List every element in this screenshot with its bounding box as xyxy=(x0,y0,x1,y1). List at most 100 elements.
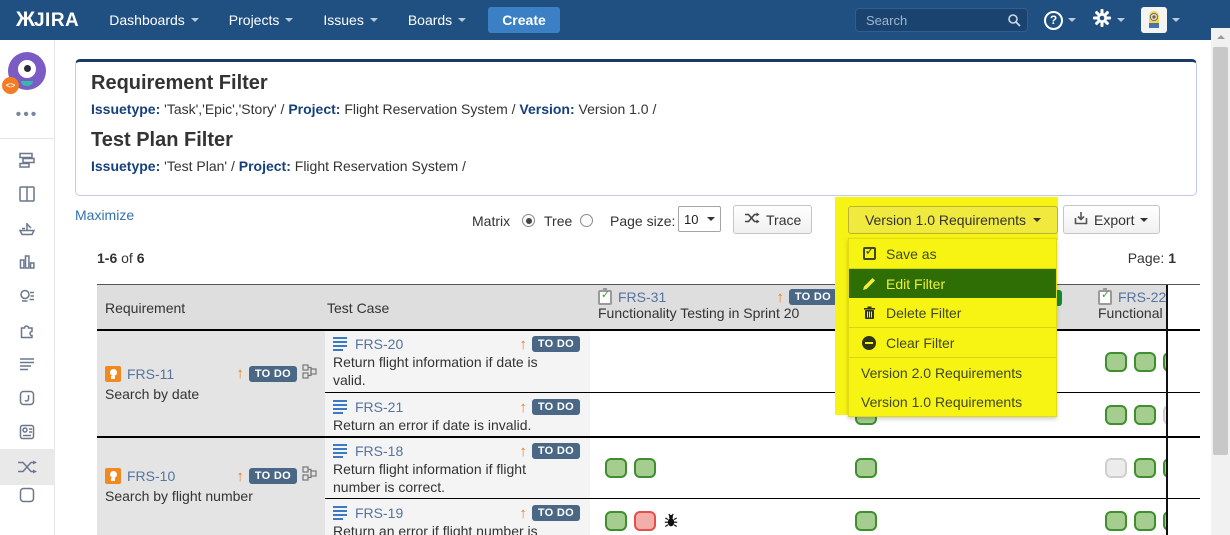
issue-key-link[interactable]: FRS-22 xyxy=(1118,289,1166,305)
matrix-cell-gray[interactable] xyxy=(1105,458,1127,478)
nav-item-dashboards[interactable]: Dashboards xyxy=(109,12,199,28)
nav-item-label: Issues xyxy=(323,12,363,28)
chevron-down-icon xyxy=(1033,218,1041,226)
column-header-requirement[interactable]: Requirement xyxy=(97,285,325,330)
tree-label: Tree xyxy=(544,213,572,229)
partial-bottom-icon[interactable] xyxy=(0,485,55,503)
page-size-select[interactable]: 10 xyxy=(678,206,721,232)
nav-item-label: Dashboards xyxy=(109,12,185,28)
summary-lines-icon[interactable] xyxy=(0,347,55,381)
test-plan-icon xyxy=(598,290,612,305)
issue-key-link[interactable]: FRS-31 xyxy=(618,289,666,305)
matrix-cell-green[interactable] xyxy=(1134,511,1156,531)
matrix-cells xyxy=(590,330,845,393)
nav-item-issues[interactable]: Issues xyxy=(323,12,377,28)
menu-item-edit-filter[interactable]: Edit Filter xyxy=(849,269,1056,298)
top-nav: Ж JIRA Dashboards Projects Issues Boards… xyxy=(0,0,1230,40)
matrix-cell-green[interactable] xyxy=(1134,352,1156,372)
requirement-type-icon xyxy=(105,366,121,382)
search-icon[interactable] xyxy=(1007,13,1021,32)
reports-chart-icon[interactable] xyxy=(0,245,55,279)
nav-item-boards[interactable]: Boards xyxy=(408,12,466,28)
test-case-type-icon xyxy=(333,443,349,459)
matrix-cell-green[interactable] xyxy=(1134,458,1156,478)
addons-puzzle-icon[interactable] xyxy=(0,313,55,347)
tree-radio[interactable] xyxy=(580,214,593,227)
saved-filter-label: Version 1.0 Requirements xyxy=(865,212,1026,228)
nav-item-projects[interactable]: Projects xyxy=(229,12,294,28)
help-dropdown[interactable]: ? xyxy=(1044,11,1076,30)
matrix-cell-red[interactable] xyxy=(634,511,656,531)
chevron-down-icon xyxy=(1172,18,1180,26)
issue-key-link[interactable]: FRS-11 xyxy=(127,366,174,382)
issue-key-link[interactable]: FRS-18 xyxy=(355,443,403,459)
matrix-cell-green[interactable] xyxy=(855,511,877,531)
issue-key-link[interactable]: FRS-19 xyxy=(355,505,403,521)
column-header-frs31[interactable]: FRS-31 ↑ TO DO Functionality Testing in … xyxy=(590,285,845,330)
chevron-down-icon xyxy=(458,18,466,26)
column-header-frs22[interactable]: FRS-22 Functional xyxy=(1090,285,1167,330)
row-divider xyxy=(325,498,1200,499)
column-header-test-case[interactable]: Test Case xyxy=(325,285,590,330)
issue-key-link[interactable]: FRS-20 xyxy=(355,336,403,352)
chevron-down-icon xyxy=(370,18,378,26)
board-columns-icon[interactable] xyxy=(0,177,55,211)
matrix-cell-green[interactable] xyxy=(605,511,627,531)
menu-item-delete-filter[interactable]: Delete Filter xyxy=(849,298,1056,327)
priority-up-icon: ↑ xyxy=(236,469,244,484)
hierarchy-icon[interactable] xyxy=(302,364,317,384)
status-badge: TO DO xyxy=(532,336,580,352)
project-shortcut-icon[interactable] xyxy=(0,381,55,415)
test-case-type-icon xyxy=(333,336,349,352)
more-dots-icon[interactable]: ••• xyxy=(0,106,54,124)
trash-icon xyxy=(861,306,877,320)
matrix-cells xyxy=(1090,437,1167,499)
issues-search-icon[interactable] xyxy=(0,279,55,313)
menu-item-clear-filter[interactable]: Clear Filter xyxy=(849,328,1056,357)
status-badge: TO DO xyxy=(249,366,297,382)
menu-item-version-1-requirements[interactable]: Version 1.0 Requirements xyxy=(849,387,1056,416)
scroll-up-icon[interactable] xyxy=(1211,28,1230,45)
settings-dropdown[interactable] xyxy=(1092,8,1125,33)
trace-shuffle-icon xyxy=(744,211,760,228)
matrix-radio[interactable] xyxy=(522,214,535,227)
trace-button[interactable]: Trace xyxy=(733,205,812,234)
jira-logo[interactable]: Ж JIRA xyxy=(16,8,79,32)
menu-item-save-as[interactable]: Save as xyxy=(849,239,1056,268)
matrix-cell-green[interactable] xyxy=(605,458,627,478)
matrix-cell-green[interactable] xyxy=(1105,405,1127,425)
matrix-cells xyxy=(1090,330,1167,393)
chevron-down-icon xyxy=(191,18,199,26)
menu-item-version-2-requirements[interactable]: Version 2.0 Requirements xyxy=(849,358,1056,387)
requirement-cell-frs11: FRS-11 ↑ TO DO Search by date xyxy=(97,330,325,437)
releases-ship-icon[interactable] xyxy=(0,211,55,245)
matrix-cell-green[interactable] xyxy=(855,458,877,478)
create-button[interactable]: Create xyxy=(488,7,560,33)
column-header-summary: Functional xyxy=(1098,305,1159,321)
maximize-link[interactable]: Maximize xyxy=(75,207,134,223)
issue-key-link[interactable]: FRS-21 xyxy=(355,399,403,415)
boards-stack-icon[interactable] xyxy=(0,143,55,177)
table-row-group: FRS-10 ↑ TO DO Search by flight number xyxy=(97,437,1167,535)
addon-avatar-icon[interactable]: <> xyxy=(8,52,46,90)
menu-item-label: Edit Filter xyxy=(886,276,945,292)
matrix-cells xyxy=(845,437,1090,499)
hierarchy-icon[interactable] xyxy=(302,466,317,486)
traceability-shuffle-icon[interactable] xyxy=(0,449,55,485)
issue-key-link[interactable]: FRS-10 xyxy=(127,468,175,484)
column-header-summary: Functionality Testing in Sprint 20 xyxy=(598,305,837,321)
export-button[interactable]: Export xyxy=(1063,205,1160,234)
priority-up-icon: ↑ xyxy=(519,506,527,521)
vertical-scrollbar[interactable] xyxy=(1211,28,1230,535)
matrix-cell-green[interactable] xyxy=(1105,352,1127,372)
test-case-summary: Return flight information if flight numb… xyxy=(333,461,568,496)
test-case-summary: Return flight information if date is val… xyxy=(333,354,568,389)
user-dropdown[interactable] xyxy=(1141,7,1180,33)
matrix-cell-green[interactable] xyxy=(1105,511,1127,531)
search-input[interactable] xyxy=(855,8,1028,32)
reports-book-icon[interactable] xyxy=(0,415,55,449)
matrix-cell-green[interactable] xyxy=(1134,405,1156,425)
scrollbar-thumb[interactable] xyxy=(1213,47,1228,455)
matrix-cell-green[interactable] xyxy=(634,458,656,478)
saved-filter-dropdown-button[interactable]: Version 1.0 Requirements xyxy=(848,206,1058,234)
